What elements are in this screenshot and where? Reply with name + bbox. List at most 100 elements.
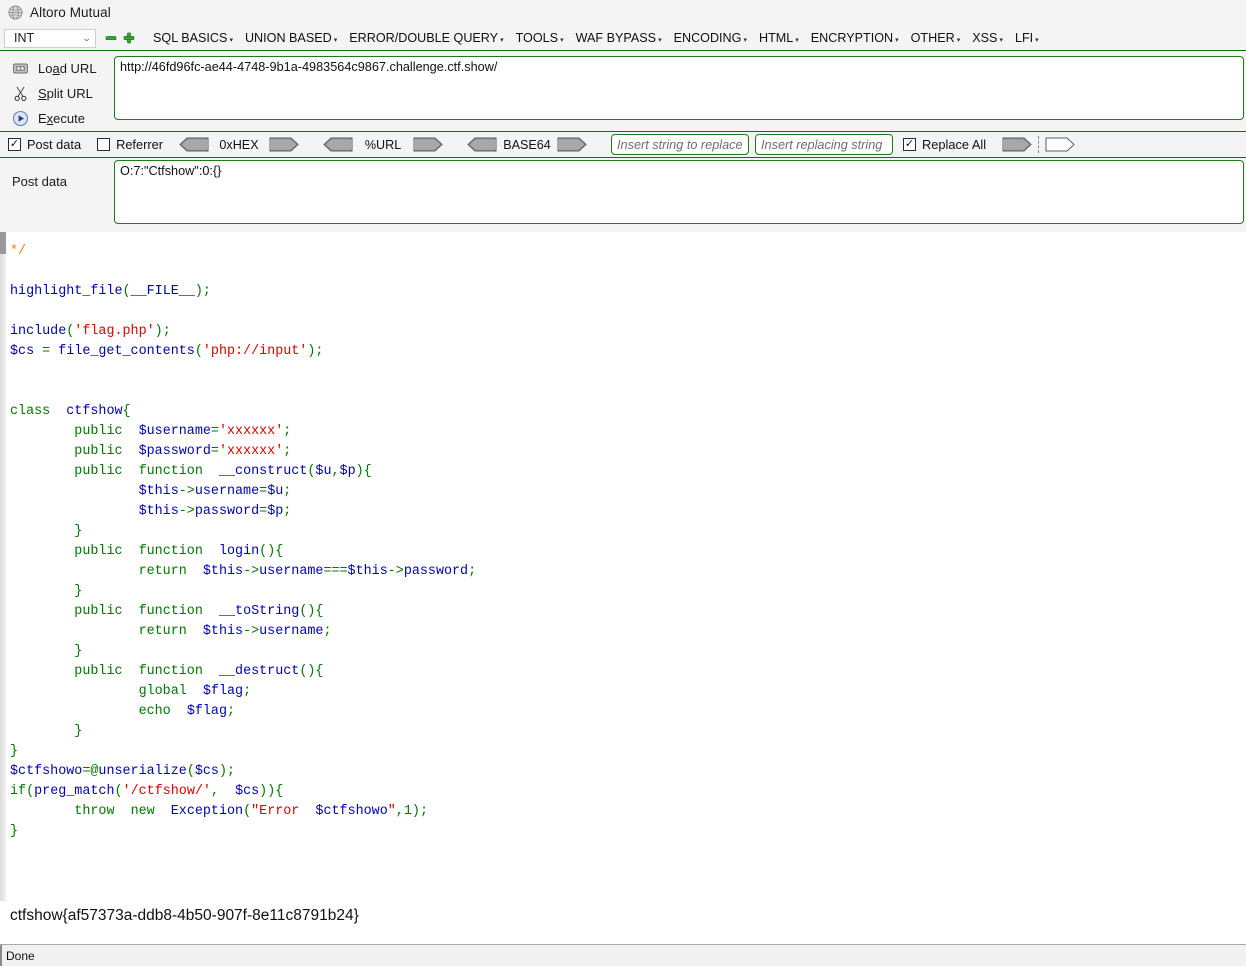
caret-down-icon: ▾ bbox=[956, 37, 961, 44]
execute-button[interactable]: Execute bbox=[0, 106, 110, 131]
menu-item-union-based[interactable]: UNION BASED ▾ bbox=[239, 31, 343, 45]
code-token: 'xxxxxx' bbox=[218, 444, 284, 459]
arrow-left-icon[interactable] bbox=[467, 137, 497, 152]
menu-item-encoding[interactable]: ENCODING ▾ bbox=[668, 31, 753, 45]
menu-item-html[interactable]: HTML ▾ bbox=[753, 31, 805, 45]
execute-label: Execute bbox=[38, 111, 85, 126]
code-token: $this bbox=[202, 564, 244, 579]
code-token: "Error bbox=[251, 804, 316, 819]
menu-item-lfi[interactable]: LFI ▾ bbox=[1009, 31, 1045, 45]
base64-encoder-label: BASE64 bbox=[503, 137, 551, 152]
code-token: $ctfshowo bbox=[10, 764, 83, 779]
page-scrollbar[interactable] bbox=[0, 232, 6, 901]
code-token: 'php://input' bbox=[202, 344, 308, 359]
code-token: ; bbox=[283, 484, 292, 499]
caret-down-icon: ▾ bbox=[560, 37, 564, 44]
referrer-checkbox[interactable]: Referrer bbox=[97, 137, 163, 152]
menu-item-tools[interactable]: TOOLS ▾ bbox=[510, 31, 570, 45]
minus-icon[interactable] bbox=[102, 31, 120, 45]
caret-down-icon: ▾ bbox=[658, 37, 662, 44]
code-token: { bbox=[315, 604, 324, 619]
replace-with-input[interactable] bbox=[755, 134, 894, 155]
code-token: __construct bbox=[218, 464, 308, 479]
code-token: file_get_contents bbox=[58, 344, 195, 359]
code-token: ) bbox=[154, 324, 163, 339]
menu-item-other[interactable]: OTHER ▾ bbox=[905, 31, 967, 45]
code-token: ( bbox=[114, 784, 123, 799]
menu-bar: INT ⌄ SQL BASICS ▾ UNION BASED ▾ ERROR/D… bbox=[0, 26, 1246, 51]
arrow-right-icon[interactable] bbox=[1002, 137, 1032, 152]
arrow-left-icon[interactable] bbox=[179, 137, 209, 152]
hackbar-url-column: http://46fd96fc-ae44-4748-9b1a-4983564c9… bbox=[110, 51, 1246, 131]
caret-down-icon: ▾ bbox=[999, 37, 1003, 44]
code-token: -> bbox=[243, 564, 260, 579]
post-data-input[interactable]: O:7:"Ctfshow":0:{} bbox=[114, 160, 1244, 224]
caret-down-icon: ▾ bbox=[1035, 37, 1039, 44]
url-encoder-label: %URL bbox=[364, 137, 402, 152]
arrow-left-icon[interactable] bbox=[323, 137, 353, 152]
replace-all-checkbox[interactable]: ✓ Replace All bbox=[903, 137, 986, 152]
scissors-icon bbox=[12, 85, 29, 102]
menu-item-encryption[interactable]: ENCRYPTION ▾ bbox=[805, 31, 905, 45]
url-input[interactable]: http://46fd96fc-ae44-4748-9b1a-4983564c9… bbox=[114, 56, 1244, 120]
payload-type-select[interactable]: INT ⌄ bbox=[4, 28, 96, 48]
code-token: () bbox=[299, 664, 316, 679]
code-token: 'xxxxxx' bbox=[218, 424, 284, 439]
code-token: { bbox=[275, 784, 284, 799]
hackbar-postdata-column: O:7:"Ctfshow":0:{} bbox=[110, 158, 1246, 232]
browser-window: Altoro Mutual INT ⌄ SQL BASICS ▾ UNION B… bbox=[0, 0, 1246, 966]
code-token: preg_match bbox=[34, 784, 115, 799]
menu-item-list: SQL BASICS ▾ UNION BASED ▾ ERROR/DOUBLE … bbox=[147, 31, 1045, 45]
arrow-right-icon[interactable] bbox=[269, 137, 299, 152]
code-token: $flag bbox=[186, 704, 227, 719]
menu-item-sql-basics[interactable]: SQL BASICS ▾ bbox=[147, 31, 239, 45]
code-token: , bbox=[331, 464, 340, 479]
caret-down-icon: ▾ bbox=[895, 37, 899, 44]
menu-item-xss[interactable]: XSS ▾ bbox=[966, 31, 1009, 45]
menu-item-error-double-query[interactable]: ERROR/DOUBLE QUERY ▾ bbox=[343, 31, 509, 45]
code-token: __destruct bbox=[218, 664, 300, 679]
code-token: public bbox=[74, 664, 123, 679]
code-token: = bbox=[259, 484, 268, 499]
menu-item-waf-bypass[interactable]: WAF BYPASS ▾ bbox=[570, 31, 668, 45]
arrow-right-outline-icon[interactable] bbox=[1045, 137, 1075, 152]
url-field-wrapper: http://46fd96fc-ae44-4748-9b1a-4983564c9… bbox=[110, 51, 1246, 120]
code-token: ; bbox=[202, 284, 211, 299]
hackbar-options-bar: ✓ Post data Referrer 0xHEX %URL BASE64 I… bbox=[0, 131, 1246, 158]
code-token: __toString bbox=[218, 604, 300, 619]
load-url-button[interactable]: Load URL bbox=[0, 56, 110, 81]
hex-encoder-group: 0xHEX bbox=[179, 137, 299, 152]
post-data-label: Post data bbox=[12, 174, 67, 189]
code-token: ctfshow bbox=[66, 404, 123, 419]
code-token: ; bbox=[283, 424, 292, 439]
code-token: $this bbox=[138, 504, 179, 519]
code-token: } bbox=[74, 584, 83, 599]
arrow-right-icon[interactable] bbox=[413, 137, 443, 152]
replace-search-input[interactable] bbox=[611, 134, 750, 155]
arrow-right-icon[interactable] bbox=[557, 137, 587, 152]
code-token: return bbox=[138, 564, 187, 579]
code-token: username bbox=[259, 564, 324, 579]
code-token: === bbox=[323, 564, 348, 579]
page-scrollbar-thumb[interactable] bbox=[0, 232, 6, 254]
code-token: $flag bbox=[202, 684, 244, 699]
code-token: 'flag.php' bbox=[74, 324, 155, 339]
caret-down-icon: ▾ bbox=[743, 37, 747, 44]
code-token: include bbox=[10, 324, 67, 339]
code-token: = bbox=[210, 444, 219, 459]
plus-icon[interactable] bbox=[120, 31, 138, 45]
split-url-button[interactable]: Split URL bbox=[0, 81, 110, 106]
code-token: ( bbox=[122, 284, 131, 299]
post-data-checkbox[interactable]: ✓ Post data bbox=[8, 137, 81, 152]
code-token: password bbox=[194, 504, 260, 519]
code-token: login bbox=[218, 544, 260, 559]
code-token: public bbox=[74, 424, 123, 439]
hackbar-action-column: Load URL Split URL Execute bbox=[0, 51, 110, 131]
code-token: = bbox=[34, 344, 59, 359]
